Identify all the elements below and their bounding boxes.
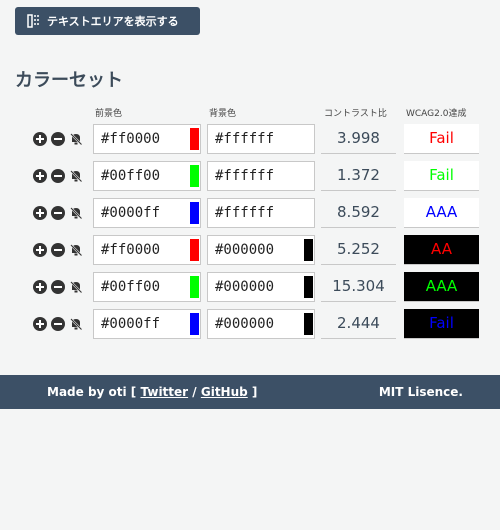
license-text: MIT Lisence. xyxy=(378,385,463,399)
foreground-swatch xyxy=(190,239,199,261)
add-row-icon[interactable] xyxy=(33,243,47,257)
color-set-row: #ff0000 #000000 5.252 AA xyxy=(0,235,500,265)
foreground-color-input[interactable]: #ff0000 xyxy=(93,235,201,265)
background-color-input[interactable]: #ffffff xyxy=(207,161,315,191)
mute-icon[interactable] xyxy=(69,243,83,257)
add-row-icon[interactable] xyxy=(33,317,47,331)
foreground-swatch xyxy=(190,276,199,298)
textarea-icon xyxy=(27,14,39,28)
contrast-ratio: 1.372 xyxy=(321,161,396,191)
toggle-textarea-label: テキストエリアを表示する xyxy=(47,15,179,28)
contrast-ratio: 3.998 xyxy=(321,124,396,154)
background-swatch xyxy=(304,239,313,261)
add-row-icon[interactable] xyxy=(33,132,47,146)
footer-credit: Made by oti [ Twitter / GitHub ] xyxy=(47,385,258,399)
column-background: 背景色 xyxy=(209,109,237,119)
column-wcag: WCAG2.0達成 xyxy=(406,109,467,119)
foreground-color-input[interactable]: #00ff00 xyxy=(93,272,201,302)
remove-row-icon[interactable] xyxy=(51,317,65,331)
foreground-swatch xyxy=(190,165,199,187)
foreground-swatch xyxy=(190,128,199,150)
remove-row-icon[interactable] xyxy=(51,243,65,257)
mute-icon[interactable] xyxy=(69,317,83,331)
add-row-icon[interactable] xyxy=(33,206,47,220)
background-color-input[interactable]: #ffffff xyxy=(207,124,315,154)
github-link[interactable]: GitHub xyxy=(201,385,248,399)
wcag-grade: AA xyxy=(404,235,479,265)
foreground-color-input[interactable]: #0000ff xyxy=(93,198,201,228)
mute-icon[interactable] xyxy=(69,280,83,294)
wcag-grade: AAA xyxy=(404,272,479,302)
twitter-link[interactable]: Twitter xyxy=(140,385,188,399)
background-swatch xyxy=(304,276,313,298)
remove-row-icon[interactable] xyxy=(51,206,65,220)
footer: Made by oti [ Twitter / GitHub ] MIT Lis… xyxy=(0,375,500,409)
column-foreground: 前景色 xyxy=(95,109,123,119)
foreground-swatch xyxy=(190,202,199,224)
column-contrast: コントラスト比 xyxy=(324,109,387,119)
wcag-grade: Fail xyxy=(404,309,479,339)
foreground-color-input[interactable]: #0000ff xyxy=(93,309,201,339)
background-color-input[interactable]: #000000 xyxy=(207,272,315,302)
contrast-ratio: 5.252 xyxy=(321,235,396,265)
background-color-input[interactable]: #ffffff xyxy=(207,198,315,228)
wcag-grade: Fail xyxy=(404,161,479,191)
mute-icon[interactable] xyxy=(69,132,83,146)
toggle-textarea-button[interactable]: テキストエリアを表示する xyxy=(15,7,200,35)
contrast-ratio: 15.304 xyxy=(321,272,396,302)
color-set-row: #00ff00 #000000 15.304 AAA xyxy=(0,272,500,302)
background-color-input[interactable]: #000000 xyxy=(207,309,315,339)
background-swatch xyxy=(304,313,313,335)
foreground-color-input[interactable]: #00ff00 xyxy=(93,161,201,191)
section-title: カラーセット xyxy=(15,70,123,91)
mute-icon[interactable] xyxy=(69,169,83,183)
foreground-swatch xyxy=(190,313,199,335)
background-swatch xyxy=(304,202,313,224)
background-swatch xyxy=(304,165,313,187)
contrast-ratio: 8.592 xyxy=(321,198,396,228)
foreground-color-input[interactable]: #ff0000 xyxy=(93,124,201,154)
add-row-icon[interactable] xyxy=(33,169,47,183)
add-row-icon[interactable] xyxy=(33,280,47,294)
color-set-row: #0000ff #000000 2.444 Fail xyxy=(0,309,500,339)
color-set-row: #ff0000 #ffffff 3.998 Fail xyxy=(0,124,500,154)
remove-row-icon[interactable] xyxy=(51,280,65,294)
color-set-row: #00ff00 #ffffff 1.372 Fail xyxy=(0,161,500,191)
remove-row-icon[interactable] xyxy=(51,169,65,183)
wcag-grade: Fail xyxy=(404,124,479,154)
background-color-input[interactable]: #000000 xyxy=(207,235,315,265)
contrast-ratio: 2.444 xyxy=(321,309,396,339)
remove-row-icon[interactable] xyxy=(51,132,65,146)
wcag-grade: AAA xyxy=(404,198,479,228)
mute-icon[interactable] xyxy=(69,206,83,220)
color-set-row: #0000ff #ffffff 8.592 AAA xyxy=(0,198,500,228)
background-swatch xyxy=(304,128,313,150)
